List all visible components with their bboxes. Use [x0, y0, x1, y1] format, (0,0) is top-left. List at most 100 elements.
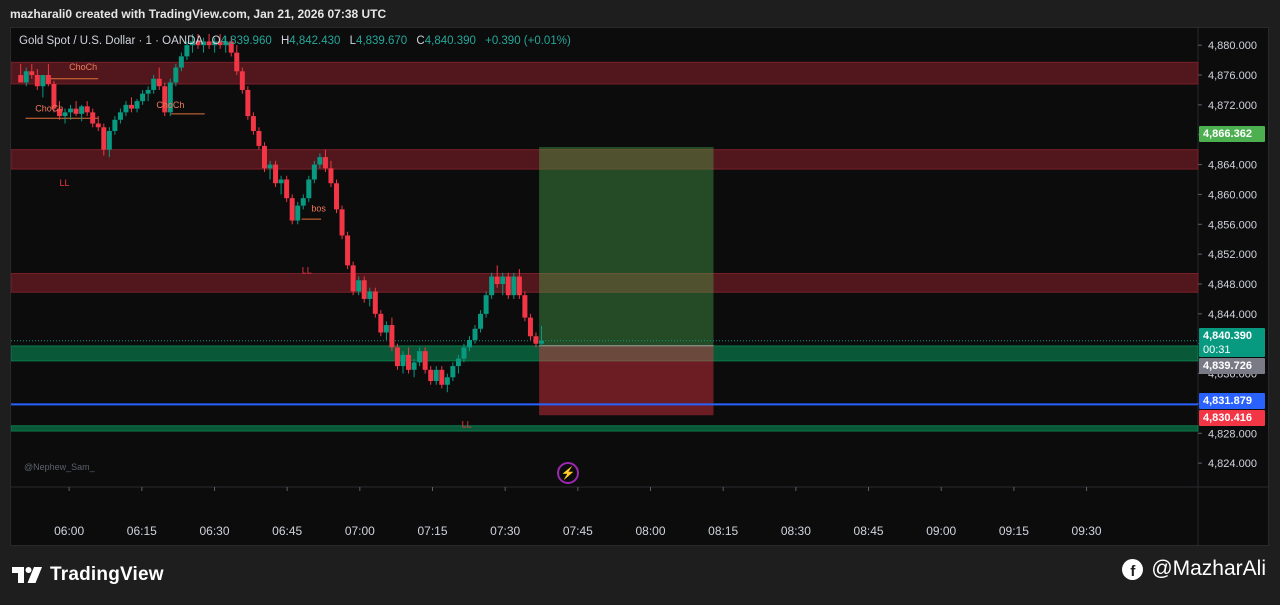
candle-body [306, 179, 312, 199]
price-chart[interactable]: ChoCh ChoCh ChoCh bos LL LL LL 4,880.000 4,876.… [11, 28, 1269, 546]
candle-body [45, 75, 51, 84]
candle-body [295, 205, 301, 221]
entry-price-tag: 4,839.726 [1199, 358, 1265, 374]
close-value: 4,840.390 [424, 35, 476, 47]
tradingview-logo[interactable]: TradingView [12, 563, 164, 587]
price-tick-label: 4,828.000 [1208, 428, 1257, 440]
time-tick-label: 06:00 [54, 524, 84, 538]
author-watermark: @Nephew_Sam_ [24, 462, 95, 472]
time-tick-label: 07:30 [490, 524, 520, 538]
candle-body [400, 354, 406, 367]
price-tick-label: 4,860.000 [1208, 189, 1257, 201]
structure-label: ChoCh [35, 104, 63, 114]
candle-body [134, 101, 140, 109]
chart-caption: mazharali0 created with TradingView.com,… [10, 7, 387, 21]
structure-label: bos [311, 204, 326, 214]
candle-body [311, 164, 317, 180]
candle-body [378, 313, 384, 333]
candle-body [500, 276, 506, 284]
candle-body [151, 78, 157, 90]
time-tick-label: 08:30 [781, 524, 811, 538]
candle-body [245, 89, 251, 117]
price-tick-label: 4,852.000 [1208, 249, 1257, 261]
candle-body [140, 93, 146, 102]
structure-label: ChoCh [156, 100, 184, 110]
time-axis: 06:00 06:15 06:30 06:45 07:00 07:15 07:30 07:45… [54, 487, 1102, 538]
candle-body [278, 179, 284, 184]
candle-body [422, 351, 428, 370]
time-tick-label: 08:45 [854, 524, 884, 538]
demand-zone-4 [11, 425, 1199, 432]
candle-body [239, 71, 245, 90]
time-tick-label: 07:00 [345, 524, 375, 538]
candle-body [533, 336, 539, 344]
candle-body [539, 340, 545, 344]
close-label: C [416, 35, 425, 47]
candle-body [68, 108, 74, 113]
candle-body [178, 56, 184, 68]
candle-body [483, 295, 489, 314]
candle-body [505, 276, 511, 296]
structure-label: ChoCh [69, 62, 97, 72]
candle-body [494, 276, 500, 284]
structure-label: LL [462, 419, 472, 429]
candle-body [516, 276, 522, 296]
candle-body [389, 325, 395, 348]
candle-body [361, 280, 367, 299]
symbol-name[interactable]: Gold Spot / U.S. Dollar · 1 · OANDA [19, 35, 202, 47]
lightning-bolt-icon[interactable]: ⚡ [557, 462, 579, 484]
candle-body [112, 119, 118, 131]
candle-body [478, 313, 484, 329]
price-tick-label: 4,824.000 [1208, 458, 1257, 470]
candle-body [106, 130, 112, 150]
chart-area[interactable]: ChoCh ChoCh ChoCh bos LL LL LL 4,880.000 4,876.… [10, 27, 1269, 546]
price-tick-label: 4,872.000 [1208, 100, 1257, 112]
candle-body [339, 209, 345, 236]
supply-zone-0 [11, 61, 1199, 85]
time-tick-label: 09:15 [999, 524, 1029, 538]
candle-body [406, 354, 412, 370]
target-price-tag: 4,866.362 [1199, 126, 1265, 142]
candle-body [156, 78, 162, 87]
time-tick-label: 06:15 [127, 524, 157, 538]
price-tick-label: 4,844.000 [1208, 309, 1257, 321]
low-value: 4,839.670 [356, 35, 408, 47]
candle-body [450, 366, 456, 378]
candle-body [461, 347, 467, 359]
candle-body [394, 347, 400, 367]
price-tick-label: 4,880.000 [1208, 40, 1257, 52]
candle-body [372, 291, 378, 314]
candle-body [123, 104, 129, 113]
candle-body [34, 75, 40, 87]
open-value: 4,839.960 [220, 35, 272, 47]
bar-countdown: 00:31 [1203, 344, 1231, 356]
candle-body [234, 52, 240, 72]
candle-body [345, 235, 351, 266]
candle-body [261, 145, 267, 169]
candle-body [273, 164, 279, 184]
candle-body [322, 157, 328, 169]
symbol-legend[interactable]: Gold Spot / U.S. Dollar · 1 · OANDA O4,8… [19, 35, 571, 47]
current-price-value: 4,840.390 [1203, 330, 1252, 342]
candle-body [117, 112, 123, 120]
candle-body [95, 123, 101, 128]
candle-body [317, 157, 323, 165]
candle-body [428, 369, 434, 382]
time-tick-label: 08:00 [636, 524, 666, 538]
candle-body [522, 295, 528, 318]
structure-label: LL [59, 178, 69, 188]
candle-body [29, 71, 35, 76]
time-tick-label: 07:45 [563, 524, 593, 538]
structure-label: LL [302, 266, 312, 276]
candle-body [267, 164, 273, 169]
candle-body [62, 112, 68, 117]
candle-body [489, 276, 495, 296]
candle-body [284, 179, 290, 199]
candle-body [300, 198, 306, 206]
social-handle: f @MazharAli [1122, 556, 1266, 582]
facebook-icon: f [1122, 558, 1144, 580]
candle-body [23, 71, 29, 83]
candle-body [472, 328, 478, 340]
candle-body [173, 67, 179, 83]
candle-body [350, 265, 356, 292]
